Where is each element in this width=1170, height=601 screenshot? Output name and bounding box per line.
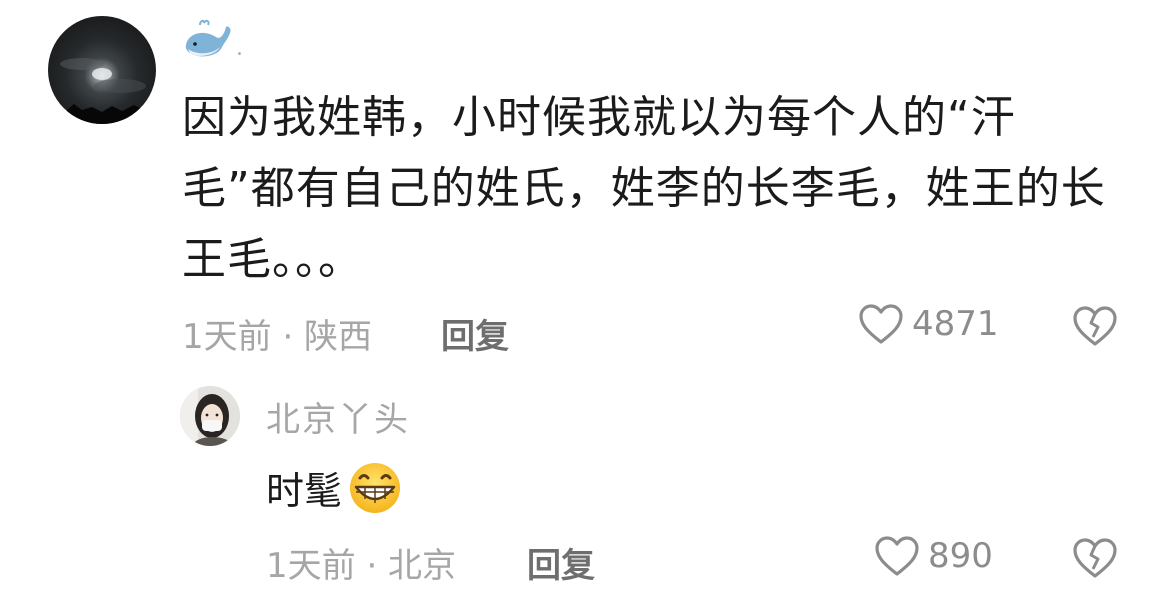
- whale-icon: [185, 19, 231, 57]
- dislike-button[interactable]: [1072, 305, 1118, 351]
- username: .: [236, 35, 243, 61]
- broken-heart-icon: [1073, 306, 1117, 346]
- heart-icon: [875, 536, 919, 576]
- reply-avatar[interactable]: [180, 386, 240, 446]
- reply-reply-button[interactable]: 回复: [527, 538, 595, 587]
- reply-text: 时髦: [266, 469, 343, 513]
- reply-button[interactable]: 回复: [441, 309, 509, 358]
- girl-mask-avatar-icon: [180, 386, 240, 446]
- avatar[interactable]: [48, 16, 156, 124]
- grinning-face-emoji-icon: [350, 462, 401, 513]
- broken-heart-icon: [1073, 538, 1117, 578]
- reply-dislike-button[interactable]: [1072, 537, 1118, 583]
- reply-time-location: 1天前 · 北京: [266, 546, 457, 586]
- comment-text: 因为我姓韩，小时候我就以为每个人的“汗毛”都有自己的姓氏，姓李的长李毛，姓王的长…: [182, 92, 1106, 285]
- reply-like-count: 890: [928, 536, 993, 576]
- reply-username[interactable]: 北京丫头: [266, 392, 410, 441]
- moon-clouds-avatar-icon: [48, 58, 156, 124]
- heart-icon: [859, 304, 903, 344]
- comment-time-location: 1天前 · 陕西: [182, 317, 373, 357]
- like-count: 4871: [912, 304, 999, 344]
- username-row[interactable]: .: [182, 14, 243, 64]
- like-button[interactable]: 4871: [858, 303, 999, 345]
- reply-like-button[interactable]: 890: [874, 535, 993, 577]
- reply-text-row: 时髦: [266, 460, 404, 515]
